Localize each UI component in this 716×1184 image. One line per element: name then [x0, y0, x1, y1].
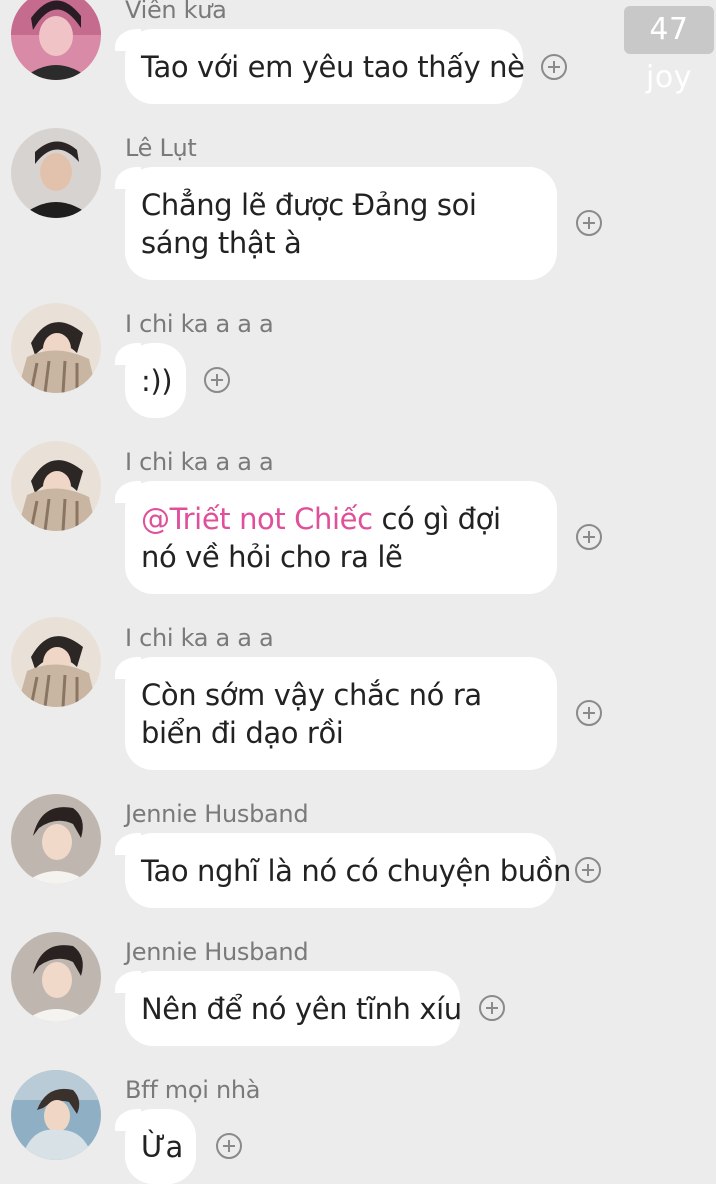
plus-circle-icon[interactable]	[479, 995, 505, 1021]
message-bubble[interactable]: Tao nghĩ là nó có chuyện buồn	[115, 833, 571, 908]
plus-circle-icon[interactable]	[576, 700, 602, 726]
sender-name: Jennie Husband	[125, 800, 309, 828]
message-bubble[interactable]: Nên để nó yên tĩnh xíu	[115, 971, 462, 1046]
plus-circle-icon[interactable]	[576, 524, 602, 550]
message-bubble[interactable]: Tao với em yêu tao thấy nè	[115, 29, 525, 104]
plus-circle-icon[interactable]	[204, 367, 230, 393]
plus-circle-icon[interactable]	[216, 1133, 242, 1159]
avatar[interactable]	[11, 932, 101, 1022]
avatar[interactable]	[11, 794, 101, 884]
plus-circle-icon[interactable]	[575, 857, 601, 883]
sender-name: I chi ka a a a	[125, 310, 274, 338]
avatar[interactable]	[11, 0, 101, 80]
sender-name: I chi ka a a a	[125, 624, 274, 652]
message-bubble[interactable]: :))	[115, 343, 186, 418]
avatar[interactable]	[11, 128, 101, 218]
avatar[interactable]	[11, 441, 101, 531]
mention-link[interactable]: @Triết not Chiếc	[141, 502, 373, 536]
joy-badge: 47 joy	[624, 6, 714, 95]
sender-name: I chi ka a a a	[125, 448, 274, 476]
message-bubble[interactable]: Còn sớm vậy chắc nó ra biển đi dạo rồi	[115, 657, 557, 770]
avatar[interactable]	[11, 1070, 101, 1160]
message-bubble[interactable]: Chẳng lẽ được Đảng soi sáng thật à	[115, 167, 557, 280]
sender-name: Jennie Husband	[125, 938, 309, 966]
message-bubble[interactable]: @Triết not Chiếc có gì đợi nó về hỏi cho…	[115, 481, 557, 594]
sender-name: Lê Lụt	[125, 134, 197, 162]
plus-circle-icon[interactable]	[576, 210, 602, 236]
avatar[interactable]	[11, 303, 101, 393]
plus-circle-icon[interactable]	[541, 54, 567, 80]
avatar[interactable]	[11, 617, 101, 707]
sender-name: Viên kưa	[125, 0, 227, 24]
message-bubble[interactable]: Ừa	[115, 1109, 196, 1184]
sender-name: Bff mọi nhà	[125, 1076, 261, 1104]
